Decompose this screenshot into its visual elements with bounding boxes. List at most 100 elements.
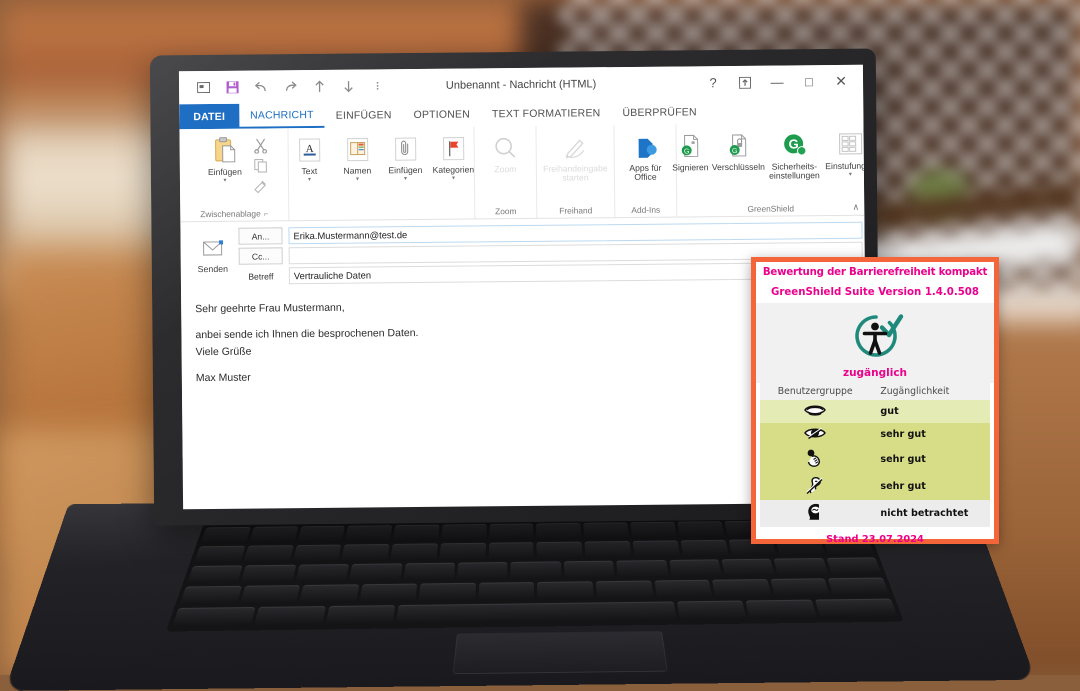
ribbon-group-freihand: Freihandeingabe starten Freihand [535, 125, 614, 218]
ribbon-label: Kategorien [433, 165, 475, 175]
ribbon-group-label: Add-Ins [631, 204, 660, 217]
ribbon-button-freihandeingabe-starten[interactable]: Freihandeingabe starten [544, 132, 606, 183]
minimize-button[interactable]: — [761, 69, 793, 95]
ribbon-label: Sicherheits- einstellungen [763, 162, 825, 182]
accessibility-rating-panel: Bewertung der Barrierefreiheit kompakt G… [751, 257, 999, 544]
table-row: nicht betrachtet [760, 500, 990, 527]
cut-icon[interactable] [253, 137, 269, 155]
svg-text:G: G [683, 148, 689, 155]
table-row: gut [760, 400, 990, 423]
tab-datei[interactable]: DATEI [179, 104, 239, 130]
panel-badge: zugänglich [756, 303, 994, 383]
ribbon-label: Einfügen [208, 168, 242, 178]
send-envelope-icon [200, 239, 226, 262]
group-name: Zwischenablage [200, 209, 261, 220]
to-row: An... Erika.Mustermann@test.de [238, 222, 862, 245]
ribbon-label: Verschlüsseln [712, 163, 765, 173]
ribbon-button-signieren[interactable]: G Signieren [667, 131, 713, 173]
column-header-benutzergruppe: Benutzergruppe [760, 383, 870, 400]
chevron-down-icon[interactable]: ▾ [849, 173, 852, 178]
ribbon-button-kategorien[interactable]: Kategorien ▾ [430, 133, 476, 182]
panel-version: GreenShield Suite Version 1.4.0.508 [756, 282, 994, 303]
cell-value: sehr gut [870, 423, 990, 446]
cell-value: gut [870, 400, 990, 423]
ribbon-display-options-button[interactable] [729, 69, 761, 95]
dialog-launcher-icon[interactable]: ⌐ [264, 209, 269, 218]
paste-icon [212, 136, 238, 166]
ribbon-button-einfuegen-paste[interactable]: Einfügen ▾ [199, 136, 251, 185]
ribbon-button-einfuegen-attach[interactable]: Einfügen ▾ [382, 134, 428, 183]
previous-item-icon[interactable] [305, 74, 333, 98]
table-header-row: Benutzergruppe Zugänglichkeit [760, 383, 990, 400]
send-label: Senden [198, 264, 228, 274]
blind-eye-icon [760, 400, 870, 423]
ribbon-button-namen[interactable]: Namen ▾ [334, 134, 380, 183]
ribbon-button-zoom[interactable]: Zoom [482, 133, 528, 175]
ribbon-label: Freihandeingabe starten [543, 164, 608, 184]
ribbon-group-label: Zoom [495, 205, 517, 218]
close-button[interactable]: ✕ [825, 68, 857, 94]
collapse-ribbon-button[interactable]: ∧ [853, 202, 860, 213]
title-bar: Unbenannt - Nachricht (HTML) ? — □ ✕ [179, 65, 863, 105]
accessibility-table: Benutzergruppe Zugänglichkeit gut sehr g… [760, 383, 990, 527]
office-apps-icon [632, 132, 658, 162]
chevron-down-icon[interactable]: ▾ [223, 179, 226, 184]
to-button[interactable]: An... [238, 227, 282, 244]
svg-text:G: G [731, 148, 737, 155]
accessibility-check-icon [846, 311, 904, 365]
ribbon-button-einstufungen[interactable]: Einstufungen ▾ [827, 130, 867, 179]
tab-ueberpruefen[interactable]: ÜBERPRÜFEN [611, 99, 708, 125]
panel-status: zugänglich [843, 367, 907, 379]
motor-hand-icon [760, 446, 870, 473]
svg-text:A: A [305, 143, 313, 155]
ribbon-group-label: Zwischenablage⌐ [200, 207, 268, 221]
next-item-icon[interactable] [334, 74, 362, 98]
maximize-button[interactable]: □ [793, 69, 825, 95]
table-row: sehr gut [760, 473, 990, 500]
low-vision-eye-icon [760, 423, 870, 446]
ribbon-group-zoom: Zoom Zoom [473, 126, 536, 219]
help-button[interactable]: ? [697, 70, 729, 96]
chevron-down-icon[interactable]: ▾ [452, 177, 455, 182]
cc-button[interactable]: Cc... [239, 247, 283, 264]
greenshield-security-icon: G [780, 130, 808, 160]
save-icon[interactable] [218, 75, 246, 99]
tab-nachricht[interactable]: NACHRICHT [239, 103, 325, 129]
ribbon-label: Einstufungen [825, 162, 867, 172]
chevron-down-icon[interactable]: ▾ [404, 178, 407, 183]
ribbon-label: Apps für Office [622, 164, 668, 183]
ribbon-group-label: GreenShield [747, 202, 794, 215]
format-painter-icon[interactable] [253, 177, 269, 195]
tab-text-formatieren[interactable]: TEXT FORMATIEREN [481, 100, 612, 126]
text-icon: A [298, 135, 320, 165]
undo-icon[interactable] [247, 75, 275, 99]
restore-window-icon[interactable] [189, 75, 217, 99]
ribbon-button-verschluesseln[interactable]: G Verschlüsseln [715, 131, 761, 173]
panel-date: Stand 23.07.2024 [756, 530, 994, 547]
ribbon-group-label: Freihand [559, 204, 592, 217]
ribbon-button-text[interactable]: A Text ▾ [286, 135, 332, 184]
to-input[interactable]: Erika.Mustermann@test.de [288, 222, 862, 245]
ribbon-button-apps-fuer-office[interactable]: Apps für Office [622, 132, 668, 183]
copy-icon[interactable] [253, 157, 269, 175]
sign-document-icon: G [677, 131, 703, 161]
cell-value: sehr gut [870, 473, 990, 500]
cell-value: nicht betrachtet [870, 500, 990, 527]
customize-qat-icon[interactable] [363, 74, 391, 98]
ribbon-label: Namen [343, 166, 371, 176]
redo-icon[interactable] [276, 75, 304, 99]
ribbon-group-zwischenablage: Einfügen ▾ Zwischenablage⌐ [179, 128, 288, 221]
tab-einfuegen[interactable]: EINFÜGEN [325, 102, 403, 128]
tab-optionen[interactable]: OPTIONEN [402, 101, 481, 127]
ribbon-label: Einfügen [388, 166, 422, 176]
ink-pen-icon [562, 132, 588, 162]
chevron-down-icon[interactable]: ▾ [308, 178, 311, 183]
cognitive-head-icon [760, 500, 870, 527]
chevron-down-icon[interactable]: ▾ [356, 178, 359, 183]
ribbon-button-sicherheitseinstellungen[interactable]: G Sicherheits- einstellungen [763, 130, 825, 181]
send-button[interactable]: Senden [186, 228, 239, 285]
cell-value: sehr gut [870, 446, 990, 473]
classification-grid-icon [836, 130, 864, 160]
svg-text:G: G [788, 136, 798, 151]
names-icon [346, 134, 368, 164]
